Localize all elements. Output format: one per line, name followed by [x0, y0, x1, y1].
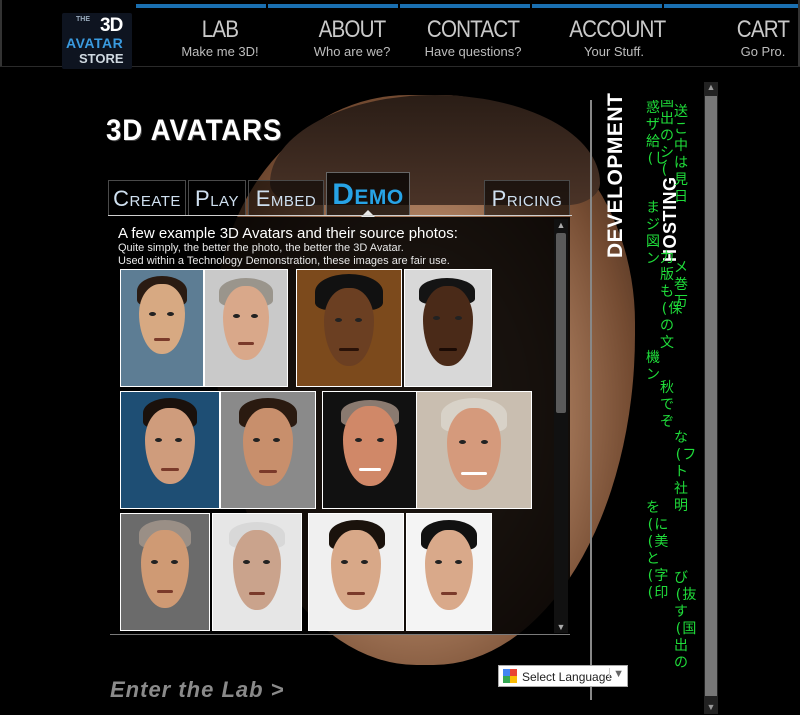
matrix-column: な(フト社明 — [674, 430, 697, 514]
tab-pricing[interactable]: Pricing — [484, 180, 570, 216]
nav-lab[interactable]: LAB Make me 3D! — [172, 16, 268, 59]
language-select-label: Select Language — [522, 670, 613, 684]
nav-account[interactable]: ACCOUNT Your Stuff. — [562, 16, 666, 59]
avatar-render-2[interactable] — [296, 269, 402, 387]
logo-avatar: AVATAR — [66, 35, 124, 51]
nav-cart-subtitle: Go Pro. — [740, 44, 786, 59]
demo-panel: A few example 3D Avatars and their sourc… — [110, 217, 570, 635]
google-icon — [503, 669, 517, 683]
nav-about-subtitle: Who are we? — [313, 44, 391, 59]
avatar-render-4[interactable] — [322, 391, 418, 509]
matrix-column: 機ン — [646, 350, 660, 383]
scroll-up-arrow-icon[interactable]: ▲ — [554, 219, 568, 231]
source-photo-1[interactable] — [204, 269, 288, 387]
intro-line-2: Used within a Technology Demonstration, … — [118, 255, 450, 267]
site-logo[interactable]: THE 3D AVATAR STORE — [62, 13, 132, 69]
avatar-render-5[interactable] — [120, 513, 210, 631]
page-title: 3D AVATARS — [106, 114, 283, 147]
tab-embed[interactable]: Embed — [248, 180, 324, 216]
right-scroll-down-icon[interactable]: ▼ — [704, 702, 718, 714]
nav-cart[interactable]: CART Go Pro. — [728, 16, 798, 59]
source-photo-3[interactable] — [220, 391, 316, 509]
matrix-column: 国出のシ( — [660, 100, 674, 178]
nav-lab-subtitle: Make me 3D! — [181, 44, 259, 59]
matrix-column: メ巻万 — [674, 260, 688, 310]
accent-bar — [268, 4, 398, 8]
avatar-render-1[interactable] — [120, 269, 204, 387]
nav-contact-title: CONTACT — [426, 16, 520, 43]
enter-lab-link[interactable]: Enter the Lab > — [110, 677, 285, 703]
tab-demo[interactable]: Demo — [326, 172, 410, 217]
accent-bar — [664, 4, 798, 8]
nav-cart-title: CART — [736, 16, 790, 43]
tab-play[interactable]: Play — [188, 180, 246, 216]
gallery-scrollbar[interactable]: ▲ ▼ — [554, 219, 568, 633]
nav-about[interactable]: ABOUT Who are we? — [302, 16, 402, 59]
matrix-column: まジ図ン — [646, 200, 660, 267]
right-scroll-thumb[interactable] — [705, 96, 717, 696]
source-photo-2[interactable] — [404, 269, 492, 387]
matrix-column: 力版も(保の文 — [660, 250, 683, 351]
matrix-rain-panel: 惑ザ給(し 国出のシ( 送こ中は見日 まジ図ン 力版も(保の文 メ巻万 機ン 秋… — [642, 100, 698, 700]
chevron-down-icon: ▼ — [609, 668, 624, 680]
right-scroll-up-icon[interactable]: ▲ — [704, 82, 718, 94]
nav-lab-title: LAB — [201, 16, 239, 43]
scroll-down-arrow-icon[interactable]: ▼ — [554, 621, 568, 633]
matrix-column: 秋でぞ — [660, 380, 674, 430]
development-tab[interactable]: DEVELOPMENT — [604, 93, 628, 258]
nav-contact[interactable]: CONTACT Have questions? — [418, 16, 528, 59]
accent-bar — [532, 4, 662, 8]
source-photo-5[interactable] — [212, 513, 302, 631]
nav-account-title: ACCOUNT — [569, 16, 666, 43]
tab-create[interactable]: Create — [108, 180, 186, 216]
logo-3d: 3D — [100, 15, 123, 36]
logo-the: THE — [76, 16, 90, 23]
matrix-column: 送こ中は見日 — [674, 104, 688, 205]
language-select[interactable]: Select Language ▼ — [498, 665, 628, 687]
panel-bottom-rule — [110, 634, 570, 635]
side-divider — [590, 100, 592, 700]
right-scrollbar[interactable]: ▲ ▼ — [704, 82, 718, 714]
nav-contact-subtitle: Have questions? — [424, 44, 522, 59]
tab-bar: Create Play Embed Demo Pricing — [108, 172, 572, 217]
avatar-render-3[interactable] — [120, 391, 220, 509]
gallery-scroll-thumb[interactable] — [556, 233, 566, 413]
source-photo-4[interactable] — [416, 391, 532, 509]
tab-underline — [108, 215, 572, 216]
nav-account-subtitle: Your Stuff. — [584, 44, 644, 59]
matrix-column: 惑ザ給(し — [646, 100, 669, 167]
logo-store: STORE — [79, 51, 124, 66]
intro-heading: A few example 3D Avatars and their sourc… — [118, 225, 458, 242]
intro-line-1: Quite simply, the better the photo, the … — [118, 242, 404, 254]
top-accent-bars — [0, 0, 800, 8]
accent-bar — [400, 4, 530, 8]
avatar-render-6[interactable] — [308, 513, 404, 631]
matrix-column: を(に(美と(字(印 — [646, 500, 669, 601]
source-photo-6[interactable] — [406, 513, 492, 631]
frame-left — [0, 0, 2, 67]
nav-about-title: ABOUT — [318, 16, 387, 43]
matrix-column: び(抜す(国出の — [674, 570, 697, 671]
accent-bar — [136, 4, 266, 8]
